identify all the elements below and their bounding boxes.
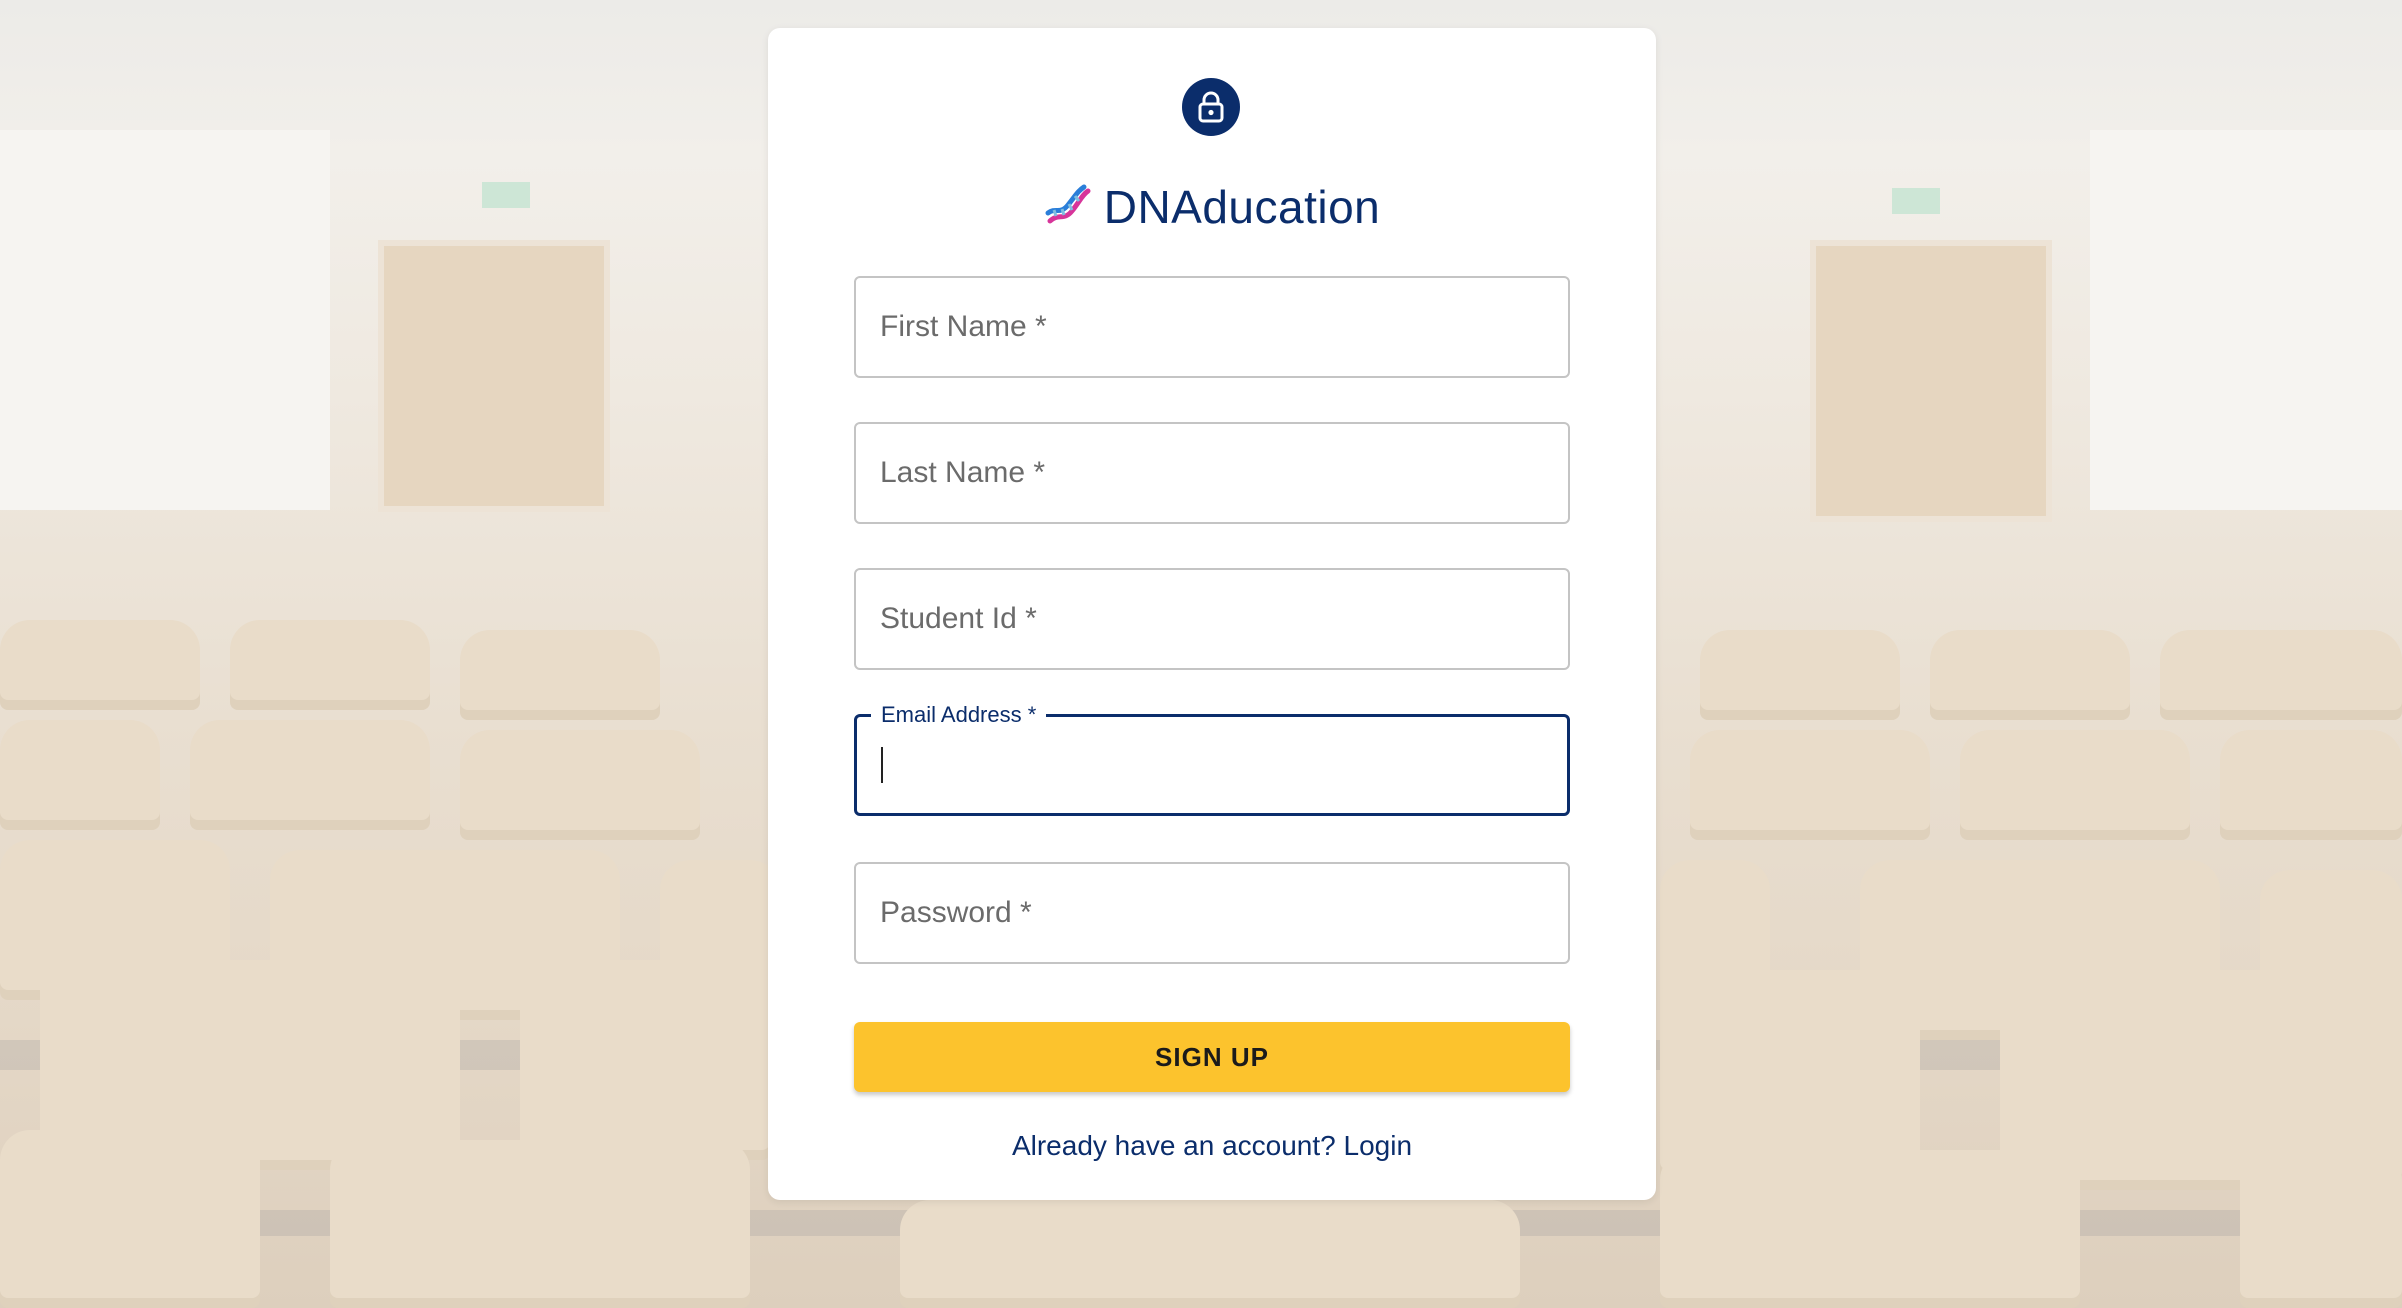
brand-title: DNAducation <box>1103 181 1381 233</box>
password-field[interactable]: Password * <box>854 862 1570 964</box>
dna-icon <box>1044 183 1092 231</box>
login-link[interactable]: Already have an account? Login <box>1012 1130 1412 1161</box>
email-address-field[interactable]: Email Address * <box>854 701 1570 816</box>
student-id-field[interactable]: Student Id * <box>854 568 1570 670</box>
brand: DNAducation <box>768 180 1656 234</box>
lock-icon <box>1182 78 1240 136</box>
signup-card: DNAducation First Name * Last Name * Stu… <box>768 28 1656 1200</box>
sign-up-button[interactable]: SIGN UP <box>854 1022 1570 1092</box>
last-name-field[interactable]: Last Name * <box>854 422 1570 524</box>
first-name-field[interactable]: First Name * <box>854 276 1570 378</box>
login-link-row: Already have an account? Login <box>768 1130 1656 1162</box>
